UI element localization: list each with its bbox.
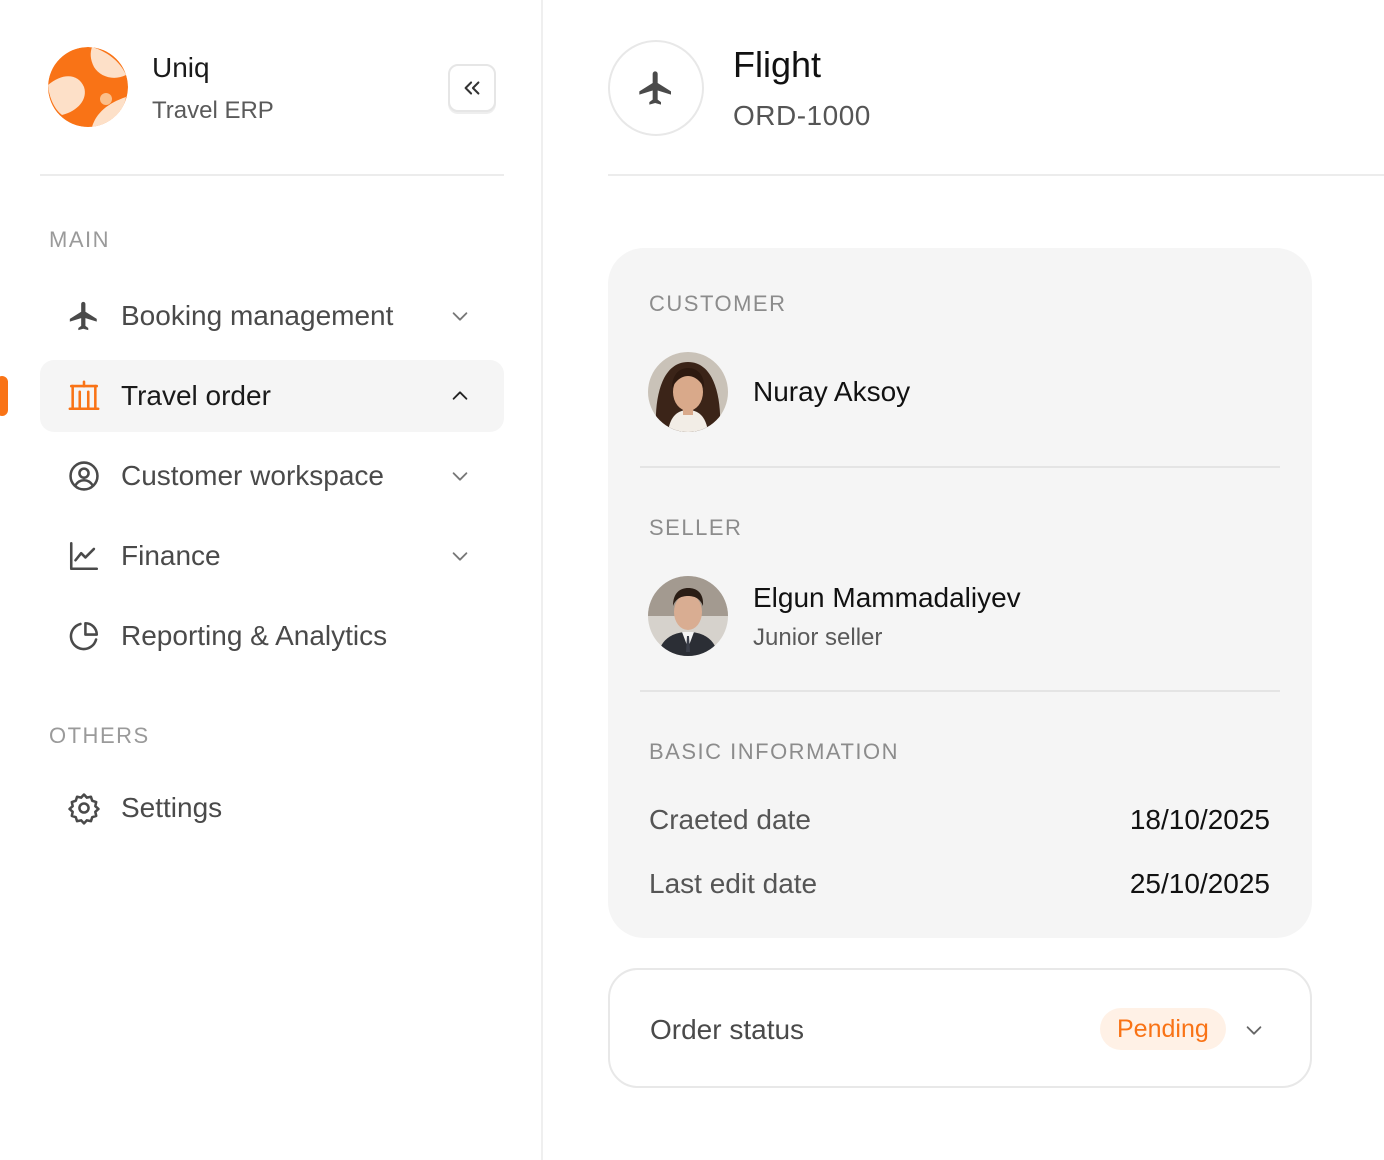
customer-name: Nuray Aksoy: [753, 376, 911, 407]
gear-icon: [66, 790, 102, 826]
customer-avatar: [648, 352, 728, 432]
order-details-card: CUSTOMER Nuray Aksoy SELLER Elgun Mammad…: [608, 248, 1312, 938]
brand-logo: [48, 47, 128, 127]
card-divider: [640, 466, 1280, 468]
seller-name: Elgun Mammadaliyev: [753, 582, 1021, 613]
section-label-others: OTHERS: [49, 723, 150, 748]
created-date-value: 18/10/2025: [1129, 804, 1270, 835]
customer-caption: CUSTOMER: [649, 291, 787, 316]
sidebar-item-label: Settings: [121, 792, 223, 823]
pie-chart-icon: [66, 618, 102, 654]
airplane-icon: [66, 298, 102, 334]
sidebar-item-reporting-analytics[interactable]: Reporting & Analytics: [40, 600, 504, 672]
sidebar-item-settings[interactable]: Settings: [40, 772, 504, 844]
order-status-dropdown[interactable]: Order status Pending: [608, 968, 1312, 1088]
sidebar-item-label: Customer workspace: [121, 460, 384, 491]
last-edit-date-label: Last edit date: [649, 868, 818, 899]
collapse-sidebar-button[interactable]: [448, 64, 496, 112]
header-divider: [608, 174, 1384, 176]
sidebar-item-label: Travel order: [121, 380, 271, 411]
sidebar: Uniq Travel ERP MAIN Booking management …: [0, 0, 543, 1160]
seller-role: Junior seller: [753, 624, 883, 651]
user-circle-icon: [66, 458, 102, 494]
flight-type-badge: [608, 40, 704, 136]
last-edit-date-value: 25/10/2025: [1129, 868, 1270, 899]
chevron-down-icon[interactable]: [444, 460, 476, 492]
sidebar-item-customer-workspace[interactable]: Customer workspace: [40, 440, 504, 512]
order-status-label: Order status: [650, 1014, 805, 1045]
sidebar-item-travel-order[interactable]: Travel order: [40, 360, 504, 432]
bank-building-icon: [66, 378, 102, 414]
active-item-indicator: [0, 376, 8, 416]
status-badge: Pending: [1100, 1008, 1226, 1050]
brand-subtitle: Travel ERP: [152, 97, 274, 124]
brand-name: Uniq: [152, 52, 210, 83]
chevron-down-icon[interactable]: [444, 540, 476, 572]
order-id: ORD-1000: [733, 100, 871, 131]
airplane-icon: [639, 71, 671, 105]
card-divider: [640, 690, 1280, 692]
sidebar-item-booking-management[interactable]: Booking management: [40, 280, 504, 352]
section-label-main: MAIN: [49, 227, 110, 252]
sidebar-item-label: Booking management: [121, 300, 394, 331]
chevron-down-icon[interactable]: [444, 300, 476, 332]
created-date-label: Craeted date: [649, 804, 811, 835]
chevron-down-icon[interactable]: [1238, 1014, 1270, 1046]
sidebar-divider: [40, 174, 504, 176]
sidebar-item-label: Finance: [121, 540, 221, 571]
chevron-up-icon[interactable]: [444, 380, 476, 412]
basic-info-caption: BASIC INFORMATION: [649, 739, 899, 764]
seller-caption: SELLER: [649, 515, 743, 540]
sidebar-item-label: Reporting & Analytics: [121, 620, 388, 651]
seller-avatar: [648, 576, 728, 656]
double-chevron-left-icon: [464, 81, 480, 95]
line-chart-icon: [66, 538, 102, 574]
page-title: Flight: [733, 44, 822, 85]
sidebar-item-finance[interactable]: Finance: [40, 520, 504, 592]
